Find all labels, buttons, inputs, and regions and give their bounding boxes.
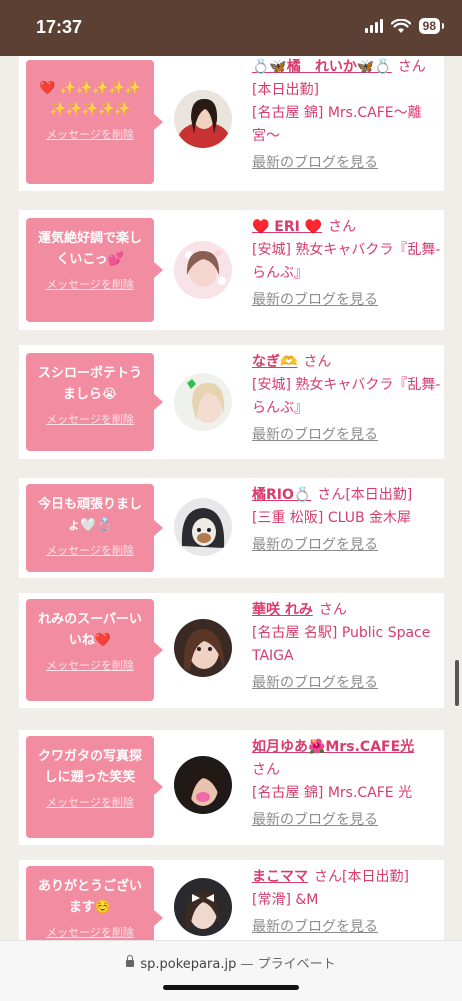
avatar[interactable] <box>174 878 232 936</box>
message-card: スシローポテトうましら😭 メッセージを削除 なぎ🫶 さん [安城] 熟女キャバクラ… <box>19 345 444 459</box>
cast-name-link[interactable]: ♥️ ERI ♥️ <box>252 219 322 235</box>
message-card: れみのスーパーいいね❤️ メッセージを削除 華咲 れみ さん [名古屋 名駅] P… <box>19 593 444 708</box>
wifi-icon <box>390 18 411 33</box>
blog-link[interactable]: 最新のブログを見る <box>252 534 442 557</box>
delete-message-link[interactable]: メッセージを削除 <box>32 276 148 292</box>
url-domain: sp.pokepara.jp <box>140 957 237 972</box>
cast-info: 華咲 れみ さん [名古屋 名駅] Public Space TAIGA 最新のブ… <box>252 599 442 695</box>
shop-name: [安城] 熟女キャバクラ『乱舞-らんぶ』 <box>252 377 441 416</box>
shop-name: [常滑] &M <box>252 892 319 908</box>
url-display[interactable]: sp.pokepara.jp — プライベート <box>0 953 462 972</box>
shop-name: [安城] 熟女キャバクラ『乱舞-らんぶ』 <box>252 242 441 281</box>
delete-message-link[interactable]: メッセージを削除 <box>32 924 148 940</box>
shop-name: [名古屋 名駅] Public Space TAIGA <box>252 625 431 664</box>
message-text: クワガタの写真探しに遡った笑笑 <box>37 749 142 785</box>
message-bubble: れみのスーパーいいね❤️ メッセージを削除 <box>26 599 163 701</box>
blog-link[interactable]: 最新のブログを見る <box>252 152 442 175</box>
message-card: ありがとうございます☺️ メッセージを削除 まこママ さん[本日出勤] [常滑] … <box>19 860 444 940</box>
home-indicator[interactable] <box>163 985 299 990</box>
avatar[interactable] <box>174 619 232 677</box>
honorific: さん <box>303 354 332 370</box>
message-card: ❤️ ✨✨✨✨✨✨✨✨✨✨ メッセージを削除 💍🦋橘 れいか🦋💍 さん [本日出勤]… <box>19 56 444 191</box>
message-text: スシローポテトうましら😭 <box>37 366 142 402</box>
browser-url-bar[interactable]: sp.pokepara.jp — プライベート <box>0 940 462 1001</box>
honorific: さん <box>318 602 347 618</box>
message-bubble: 運気絶好調で楽しくいこっ💕 メッセージを削除 <box>26 218 163 322</box>
cast-info: なぎ🫶 さん [安城] 熟女キャバクラ『乱舞-らんぶ』 最新のブログを見る <box>252 351 442 447</box>
avatar[interactable] <box>174 498 232 556</box>
attendance-badge: [本日出勤] <box>252 82 319 98</box>
message-card: クワガタの写真探しに遡った笑笑 メッセージを削除 如月ゆあ🌺Mrs.CAFE光 … <box>19 730 444 845</box>
honorific: さん <box>314 869 342 885</box>
message-bubble: クワガタの写真探しに遡った笑笑 メッセージを削除 <box>26 736 163 838</box>
message-text: 運気絶好調で楽しくいこっ💕 <box>37 231 142 267</box>
message-card: 運気絶好調で楽しくいこっ💕 メッセージを削除 ♥️ ERI ♥️ さん [安城] … <box>19 210 444 330</box>
shop-name: [名古屋 錦] Mrs.CAFE 光 <box>252 785 413 801</box>
message-bubble: 今日も頑張りましょ🤍💍 メッセージを削除 <box>26 484 163 572</box>
cast-name-link[interactable]: なぎ🫶 <box>252 354 297 370</box>
honorific: さん <box>317 487 346 503</box>
delete-message-link[interactable]: メッセージを削除 <box>32 657 148 673</box>
message-bubble: ありがとうございます☺️ メッセージを削除 <box>26 866 163 940</box>
blog-link[interactable]: 最新のブログを見る <box>252 289 442 312</box>
message-card: 今日も頑張りましょ🤍💍 メッセージを削除 橘RIO💍 さん[本日出勤] [三重 松… <box>19 478 444 578</box>
honorific: さん <box>328 219 357 235</box>
message-list[interactable]: ❤️ ✨✨✨✨✨✨✨✨✨✨ メッセージを削除 💍🦋橘 れいか🦋💍 さん[本日出勤]… <box>0 56 462 940</box>
delete-message-link[interactable]: メッセージを削除 <box>32 794 148 810</box>
delete-message-link[interactable]: メッセージを削除 <box>32 126 148 142</box>
blog-link[interactable]: 最新のブログを見る <box>252 809 442 832</box>
message-bubble: スシローポテトうましら😭 メッセージを削除 <box>26 353 163 451</box>
cast-info: 橘RIO💍 さん[本日出勤] [三重 松阪] CLUB 金木犀 最新のブログを見る <box>252 484 442 557</box>
shop-name: [名古屋 錦] Mrs.CAFE〜離宮〜 <box>252 105 422 144</box>
blog-link[interactable]: 最新のブログを見る <box>252 672 442 695</box>
cast-info: ♥️ ERI ♥️ さん [安城] 熟女キャバクラ『乱舞-らんぶ』 最新のブログを… <box>252 216 442 312</box>
signal-icon <box>364 19 383 33</box>
cast-name-link[interactable]: まこママ <box>252 869 308 885</box>
cast-info: 💍🦋橘 れいか🦋💍 さん [本日出勤] [名古屋 錦] Mrs.CAFE〜離宮〜 最… <box>252 56 442 175</box>
status-icons: 98 <box>364 18 445 34</box>
lock-icon <box>126 955 135 967</box>
message-text: 今日も頑張りましょ🤍💍 <box>37 497 142 533</box>
message-text: ありがとうございます☺️ <box>37 879 142 915</box>
message-text: れみのスーパーいいね❤️ <box>38 612 142 648</box>
battery-icon: 98 <box>418 18 445 34</box>
cast-info: まこママ さん[本日出勤] [常滑] &M 最新のブログを見る <box>252 866 442 939</box>
blog-link[interactable]: 最新のブログを見る <box>252 916 442 939</box>
honorific: さん <box>252 762 280 778</box>
cast-name-link[interactable]: 橘RIO💍 <box>252 487 311 503</box>
avatar[interactable] <box>174 756 232 814</box>
avatar[interactable] <box>174 90 232 148</box>
blog-link[interactable]: 最新のブログを見る <box>252 424 442 447</box>
private-mode-label: — プライベート <box>240 957 336 972</box>
cast-name-link[interactable]: 如月ゆあ🌺Mrs.CAFE光 <box>252 739 414 755</box>
scrollbar-thumb[interactable] <box>455 660 459 706</box>
shop-name: [三重 松阪] CLUB 金木犀 <box>252 510 412 526</box>
avatar[interactable] <box>174 373 232 431</box>
cast-name-link[interactable]: 💍🦋橘 れいか🦋💍 <box>252 59 392 75</box>
attendance-badge: [本日出勤] <box>342 869 409 885</box>
avatar[interactable] <box>174 241 232 299</box>
cast-info: 如月ゆあ🌺Mrs.CAFE光 さん [名古屋 錦] Mrs.CAFE 光 最新の… <box>252 736 442 832</box>
attendance-badge: [本日出勤] <box>345 487 413 503</box>
status-time: 17:37 <box>36 17 83 37</box>
cast-name-link[interactable]: 華咲 れみ <box>252 602 313 618</box>
delete-message-link[interactable]: メッセージを削除 <box>32 542 148 558</box>
status-bar: 17:37 98 <box>0 0 462 56</box>
message-bubble: ❤️ ✨✨✨✨✨✨✨✨✨✨ メッセージを削除 <box>26 60 163 184</box>
honorific: さん <box>397 59 426 75</box>
message-text: ❤️ ✨✨✨✨✨✨✨✨✨✨ <box>39 81 141 117</box>
delete-message-link[interactable]: メッセージを削除 <box>32 411 148 427</box>
